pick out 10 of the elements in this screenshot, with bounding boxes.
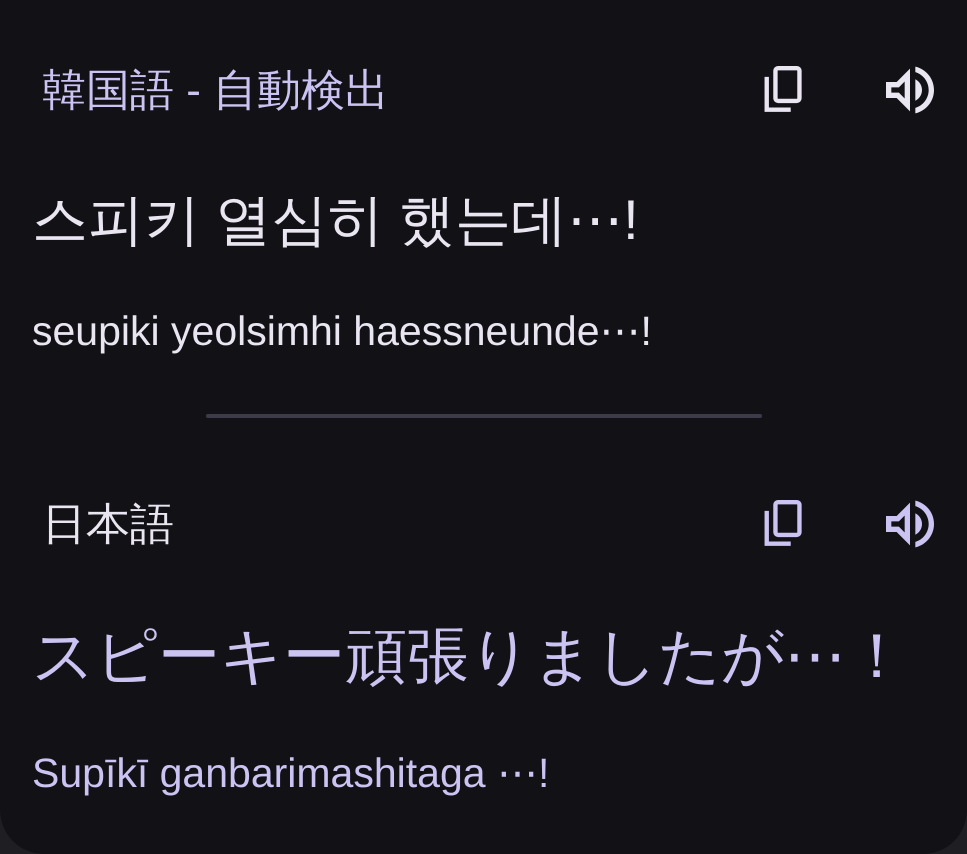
translation-text: スピーキー頑張りましたが⋯！ xyxy=(32,621,908,694)
speak-button[interactable] xyxy=(886,66,934,114)
source-text: 스피키 열심히 했는데⋯! xyxy=(32,187,639,253)
speaker-icon xyxy=(886,66,934,114)
romanization-text: seupiki yeolsimhi haessneunde⋯! xyxy=(32,307,652,356)
romanization-text: Supīkī ganbarimashitaga ⋯! xyxy=(32,748,550,798)
language-label: 日本語 xyxy=(42,498,175,551)
speaker-icon xyxy=(886,500,934,548)
speak-button[interactable] xyxy=(886,500,934,548)
language-label: 韓国語 - 自動検出 xyxy=(42,64,390,116)
